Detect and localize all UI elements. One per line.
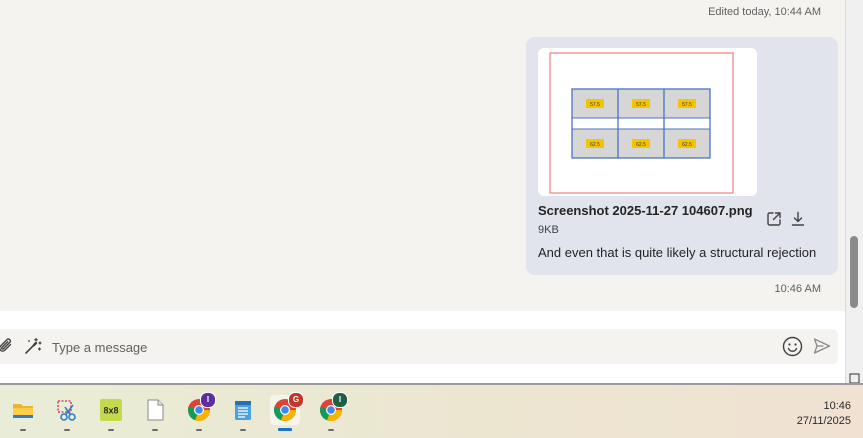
chat-scrollbar[interactable] xyxy=(845,0,863,384)
app-8x8-icon: 8x8 xyxy=(100,399,122,421)
chat-pane: Edited today, 10:44 AM 57.5 57.5 57.5 62… xyxy=(0,0,845,384)
taskbar-indicator xyxy=(64,429,70,431)
preview-label-bottom-2: 62.5 xyxy=(636,142,646,148)
taskbar-indicator xyxy=(328,429,334,431)
attachment-size: 9KB xyxy=(538,224,559,236)
folder-icon xyxy=(13,404,33,418)
attach-icon[interactable] xyxy=(0,336,16,356)
preview-label-bottom-1: 62.5 xyxy=(590,142,600,148)
taskbar-indicator xyxy=(152,429,158,431)
edited-label: Edited today, 10:44 AM xyxy=(708,6,821,18)
taskbar-indicator xyxy=(240,429,246,431)
taskbar-indicator xyxy=(20,429,26,431)
scrollbar-thumb[interactable] xyxy=(850,236,858,308)
taskbar-indicator xyxy=(196,429,202,431)
app-8x8-label: 8x8 xyxy=(103,406,118,416)
clock-date: 27/11/2025 xyxy=(796,415,851,427)
taskbar-indicator xyxy=(278,428,292,431)
document-icon xyxy=(147,399,164,421)
taskbar-file-explorer[interactable] xyxy=(8,395,38,431)
taskbar-chrome-profile-1[interactable]: I xyxy=(184,392,216,431)
emoji-icon[interactable] xyxy=(782,336,803,357)
preview-label-top-2: 57.5 xyxy=(636,102,646,108)
composer-area xyxy=(0,312,845,384)
taskbar-8x8[interactable]: 8x8 xyxy=(96,395,126,431)
attachment-preview[interactable]: 57.5 57.5 57.5 62.5 62.5 62.5 xyxy=(538,48,757,196)
taskbar-chrome-profile-3[interactable]: I xyxy=(316,392,348,431)
preview-label-top-3: 57.5 xyxy=(682,102,692,108)
preview-label-top-1: 57.5 xyxy=(590,102,600,108)
taskbar-chrome-profile-2[interactable]: G xyxy=(270,392,304,431)
composer-box xyxy=(0,329,838,364)
message-text: And even that is quite likely a structur… xyxy=(538,245,817,260)
message-timestamp: 10:46 AM xyxy=(774,283,821,295)
profile-badge: I xyxy=(332,392,348,408)
attachment-filename[interactable]: Screenshot 2025-11-27 104607.png xyxy=(538,203,753,218)
preview-image: 57.5 57.5 57.5 62.5 62.5 62.5 xyxy=(549,52,734,194)
clock-time: 10:46 xyxy=(823,400,851,412)
open-external-icon[interactable] xyxy=(765,210,783,228)
message-bubble: 57.5 57.5 57.5 62.5 62.5 62.5 Screenshot… xyxy=(526,37,838,275)
taskbar-indicator xyxy=(108,429,114,431)
notepad-icon xyxy=(235,401,251,420)
resize-grip-icon[interactable] xyxy=(848,371,860,384)
magic-wand-icon[interactable] xyxy=(23,336,43,356)
download-icon[interactable] xyxy=(789,210,807,228)
taskbar: 8x8 I G I 10:46 27/11/2025 xyxy=(0,385,863,438)
taskbar-notepad[interactable] xyxy=(228,395,258,431)
profile-badge: I xyxy=(200,392,216,408)
message-input[interactable] xyxy=(50,335,754,359)
send-icon[interactable] xyxy=(812,336,832,356)
system-clock[interactable]: 10:46 27/11/2025 xyxy=(797,399,851,429)
scissors-icon xyxy=(57,400,76,421)
taskbar-blank-document[interactable] xyxy=(140,395,170,431)
preview-label-bottom-3: 62.5 xyxy=(682,142,692,148)
profile-badge: G xyxy=(288,392,304,408)
taskbar-snipping-tool[interactable] xyxy=(52,395,82,431)
